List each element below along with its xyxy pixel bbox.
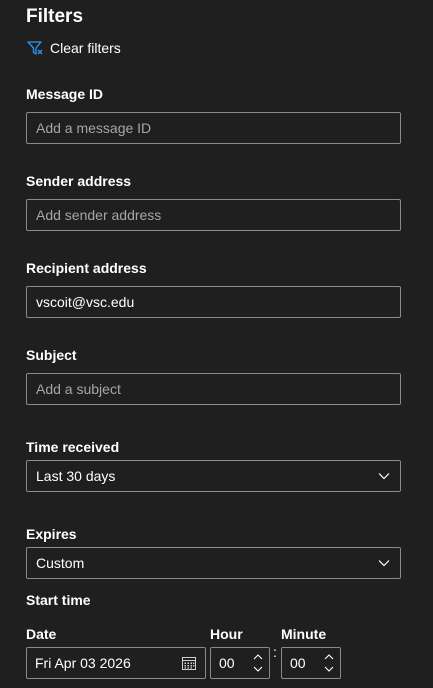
clear-filters-button[interactable]: Clear filters	[26, 39, 121, 57]
expires-dropdown[interactable]: Custom	[26, 547, 401, 579]
time-separator: :	[273, 644, 277, 660]
start-time-label: Start time	[26, 592, 91, 608]
sender-address-label: Sender address	[26, 173, 132, 189]
date-picker[interactable]: Fri Apr 03 2026	[26, 647, 206, 679]
chevron-up-icon[interactable]	[324, 653, 334, 661]
minute-value: 00	[290, 655, 306, 671]
recipient-address-input[interactable]: vscoit@vsc.edu	[26, 286, 401, 318]
chevron-up-icon[interactable]	[253, 653, 263, 661]
panel-title: Filters	[26, 6, 84, 27]
chevron-down-icon	[378, 473, 390, 480]
hour-arrows	[253, 648, 263, 678]
minute-arrows	[324, 648, 334, 678]
message-id-placeholder: Add a message ID	[36, 120, 152, 136]
subject-input[interactable]: Add a subject	[26, 373, 401, 405]
message-id-label: Message ID	[26, 86, 104, 102]
calendar-icon[interactable]	[181, 655, 197, 671]
clear-filter-icon	[27, 41, 43, 55]
hour-value: 00	[219, 655, 235, 671]
chevron-down-icon[interactable]	[253, 665, 263, 673]
hour-spinner[interactable]: 00	[210, 647, 270, 679]
time-received-dropdown[interactable]: Last 30 days	[26, 460, 401, 492]
time-received-label: Time received	[26, 439, 120, 455]
time-received-value: Last 30 days	[36, 468, 116, 484]
expires-value: Custom	[36, 555, 85, 571]
subject-placeholder: Add a subject	[36, 381, 121, 397]
filters-panel: Filters Clear filters Message ID Add a m…	[0, 0, 433, 688]
chevron-down-icon[interactable]	[324, 665, 334, 673]
chevron-down-icon	[378, 560, 390, 567]
message-id-input[interactable]: Add a message ID	[26, 112, 401, 144]
expires-label: Expires	[26, 526, 77, 542]
recipient-address-value: vscoit@vsc.edu	[36, 294, 135, 310]
hour-label: Hour	[210, 626, 243, 642]
date-label: Date	[26, 626, 57, 642]
recipient-address-label: Recipient address	[26, 260, 147, 276]
minute-spinner[interactable]: 00	[281, 647, 341, 679]
sender-address-placeholder: Add sender address	[36, 207, 162, 223]
sender-address-input[interactable]: Add sender address	[26, 199, 401, 231]
minute-label: Minute	[281, 626, 327, 642]
date-value: Fri Apr 03 2026	[35, 655, 131, 671]
clear-filters-label: Clear filters	[50, 40, 121, 56]
subject-label: Subject	[26, 347, 77, 363]
